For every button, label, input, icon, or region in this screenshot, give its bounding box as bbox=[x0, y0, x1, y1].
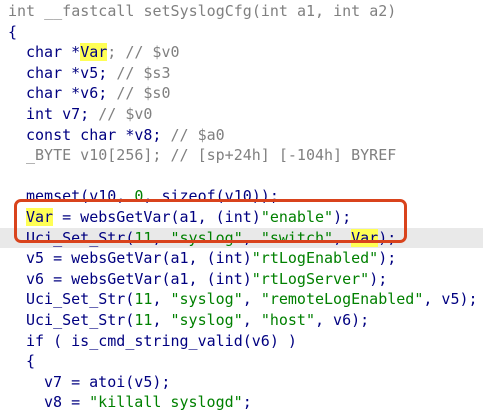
code-token: Uci_Set_Str( bbox=[26, 310, 135, 329]
code-token: , bbox=[242, 290, 261, 309]
code-line[interactable] bbox=[0, 166, 483, 187]
code-line[interactable]: memset(v10, 0, sizeof(v10)); bbox=[0, 186, 483, 207]
code-line[interactable]: Uci_Set_Str(11, "syslog", "switch", Var)… bbox=[0, 227, 483, 249]
code-line[interactable]: char *v5; // $s3 bbox=[0, 63, 483, 84]
code-token: v7 = atoi(v5); bbox=[44, 372, 171, 391]
code-token: const char *v8; bbox=[26, 125, 171, 144]
highlighted-identifier: Var bbox=[351, 228, 379, 247]
code-token: , v6); bbox=[315, 310, 370, 329]
code-token: , bbox=[152, 228, 171, 247]
code-token: int __fastcall setSyslogCfg(int a1, int … bbox=[8, 2, 397, 20]
code-token: "host" bbox=[260, 310, 315, 329]
code-token: , bbox=[333, 228, 352, 247]
code-token: ); bbox=[333, 207, 352, 226]
code-token: 11 bbox=[134, 310, 153, 329]
code-token: , bbox=[242, 310, 261, 329]
code-token: Uci_Set_Str( bbox=[26, 290, 135, 309]
code-token: int v7; bbox=[26, 104, 99, 123]
code-line[interactable]: v6 = websGetVar(a1, (int)"rtLogServer"); bbox=[0, 269, 483, 290]
code-token: char *v6; bbox=[26, 84, 117, 103]
code-line[interactable]: int __fastcall setSyslogCfg(int a1, int … bbox=[0, 1, 483, 22]
code-token: "syslog" bbox=[170, 228, 243, 247]
code-line[interactable]: v5 = websGetVar(a1, (int)"rtLogEnabled")… bbox=[0, 248, 483, 269]
code-token: Uci_Set_Str( bbox=[26, 228, 135, 247]
code-token: // $s0 bbox=[116, 84, 171, 103]
code-line[interactable]: { bbox=[0, 351, 483, 372]
code-line[interactable]: v8 = "killall syslogd"; bbox=[0, 392, 483, 413]
code-token: v5 = websGetVar(a1, (int) bbox=[26, 249, 252, 268]
code-line[interactable]: v7 = atoi(v5); bbox=[0, 372, 483, 393]
highlighted-identifier: Var bbox=[80, 43, 108, 62]
code-token: "switch" bbox=[260, 228, 334, 247]
code-token: "enable" bbox=[260, 207, 334, 226]
code-token: "rtLogEnabled" bbox=[251, 249, 379, 268]
code-token: "rtLogServer" bbox=[251, 269, 370, 288]
code-token: ); bbox=[369, 269, 388, 288]
code-line[interactable]: char *v6; // $s0 bbox=[0, 83, 483, 104]
code-token: , bbox=[152, 310, 171, 329]
highlighted-identifier: Var bbox=[26, 207, 54, 226]
code-token: 11 bbox=[134, 290, 153, 309]
code-token: if ( is_cmd_string_valid(v6) ) bbox=[26, 331, 297, 350]
code-token: , sizeof(v10)); bbox=[143, 187, 279, 206]
code-token: "syslog" bbox=[170, 310, 243, 329]
pseudocode-view[interactable]: int __fastcall setSyslogCfg(int a1, int … bbox=[0, 0, 483, 411]
code-line[interactable]: Uci_Set_Str(11, "syslog", "host", v6); bbox=[0, 310, 483, 331]
code-token: , v5); bbox=[423, 290, 478, 309]
code-token: char *v5; bbox=[26, 63, 117, 82]
code-line[interactable]: Uci_Set_Str(11, "syslog", "remoteLogEnab… bbox=[0, 289, 483, 310]
code-token: , bbox=[242, 228, 261, 247]
code-token: ; bbox=[242, 393, 252, 412]
code-token: ); bbox=[378, 249, 397, 268]
code-token: "remoteLogEnabled" bbox=[260, 290, 424, 309]
code-line[interactable]: Var = websGetVar(a1, (int)"enable"); bbox=[0, 207, 483, 228]
code-token: "killall syslogd" bbox=[89, 393, 243, 412]
code-token: "syslog" bbox=[170, 290, 243, 309]
code-token: ); bbox=[378, 228, 397, 247]
code-token: memset(v10, bbox=[26, 187, 135, 206]
code-token: _BYTE v10[256]; // [sp+24h] [-104h] BYRE… bbox=[26, 146, 397, 165]
code-token: // $a0 bbox=[170, 125, 225, 144]
code-token: char * bbox=[26, 43, 81, 62]
code-token: , bbox=[152, 290, 171, 309]
code-token: ; // $v0 bbox=[107, 43, 180, 62]
code-token: { bbox=[26, 352, 36, 371]
code-token: v8 = bbox=[44, 393, 90, 412]
code-line[interactable]: _BYTE v10[256]; // [sp+24h] [-104h] BYRE… bbox=[0, 145, 483, 166]
code-line[interactable]: int v7; // $v0 bbox=[0, 104, 483, 125]
code-token: 11 bbox=[134, 228, 153, 247]
code-token: // $v0 bbox=[98, 104, 153, 123]
code-line[interactable]: const char *v8; // $a0 bbox=[0, 125, 483, 146]
code-token: { bbox=[8, 22, 18, 41]
code-token: v6 = websGetVar(a1, (int) bbox=[26, 269, 252, 288]
code-token: = websGetVar(a1, (int) bbox=[53, 207, 261, 226]
code-line[interactable]: char *Var; // $v0 bbox=[0, 42, 483, 63]
code-line[interactable]: if ( is_cmd_string_valid(v6) ) bbox=[0, 331, 483, 352]
code-line[interactable]: { bbox=[0, 22, 483, 43]
code-token: // $s3 bbox=[116, 63, 171, 82]
